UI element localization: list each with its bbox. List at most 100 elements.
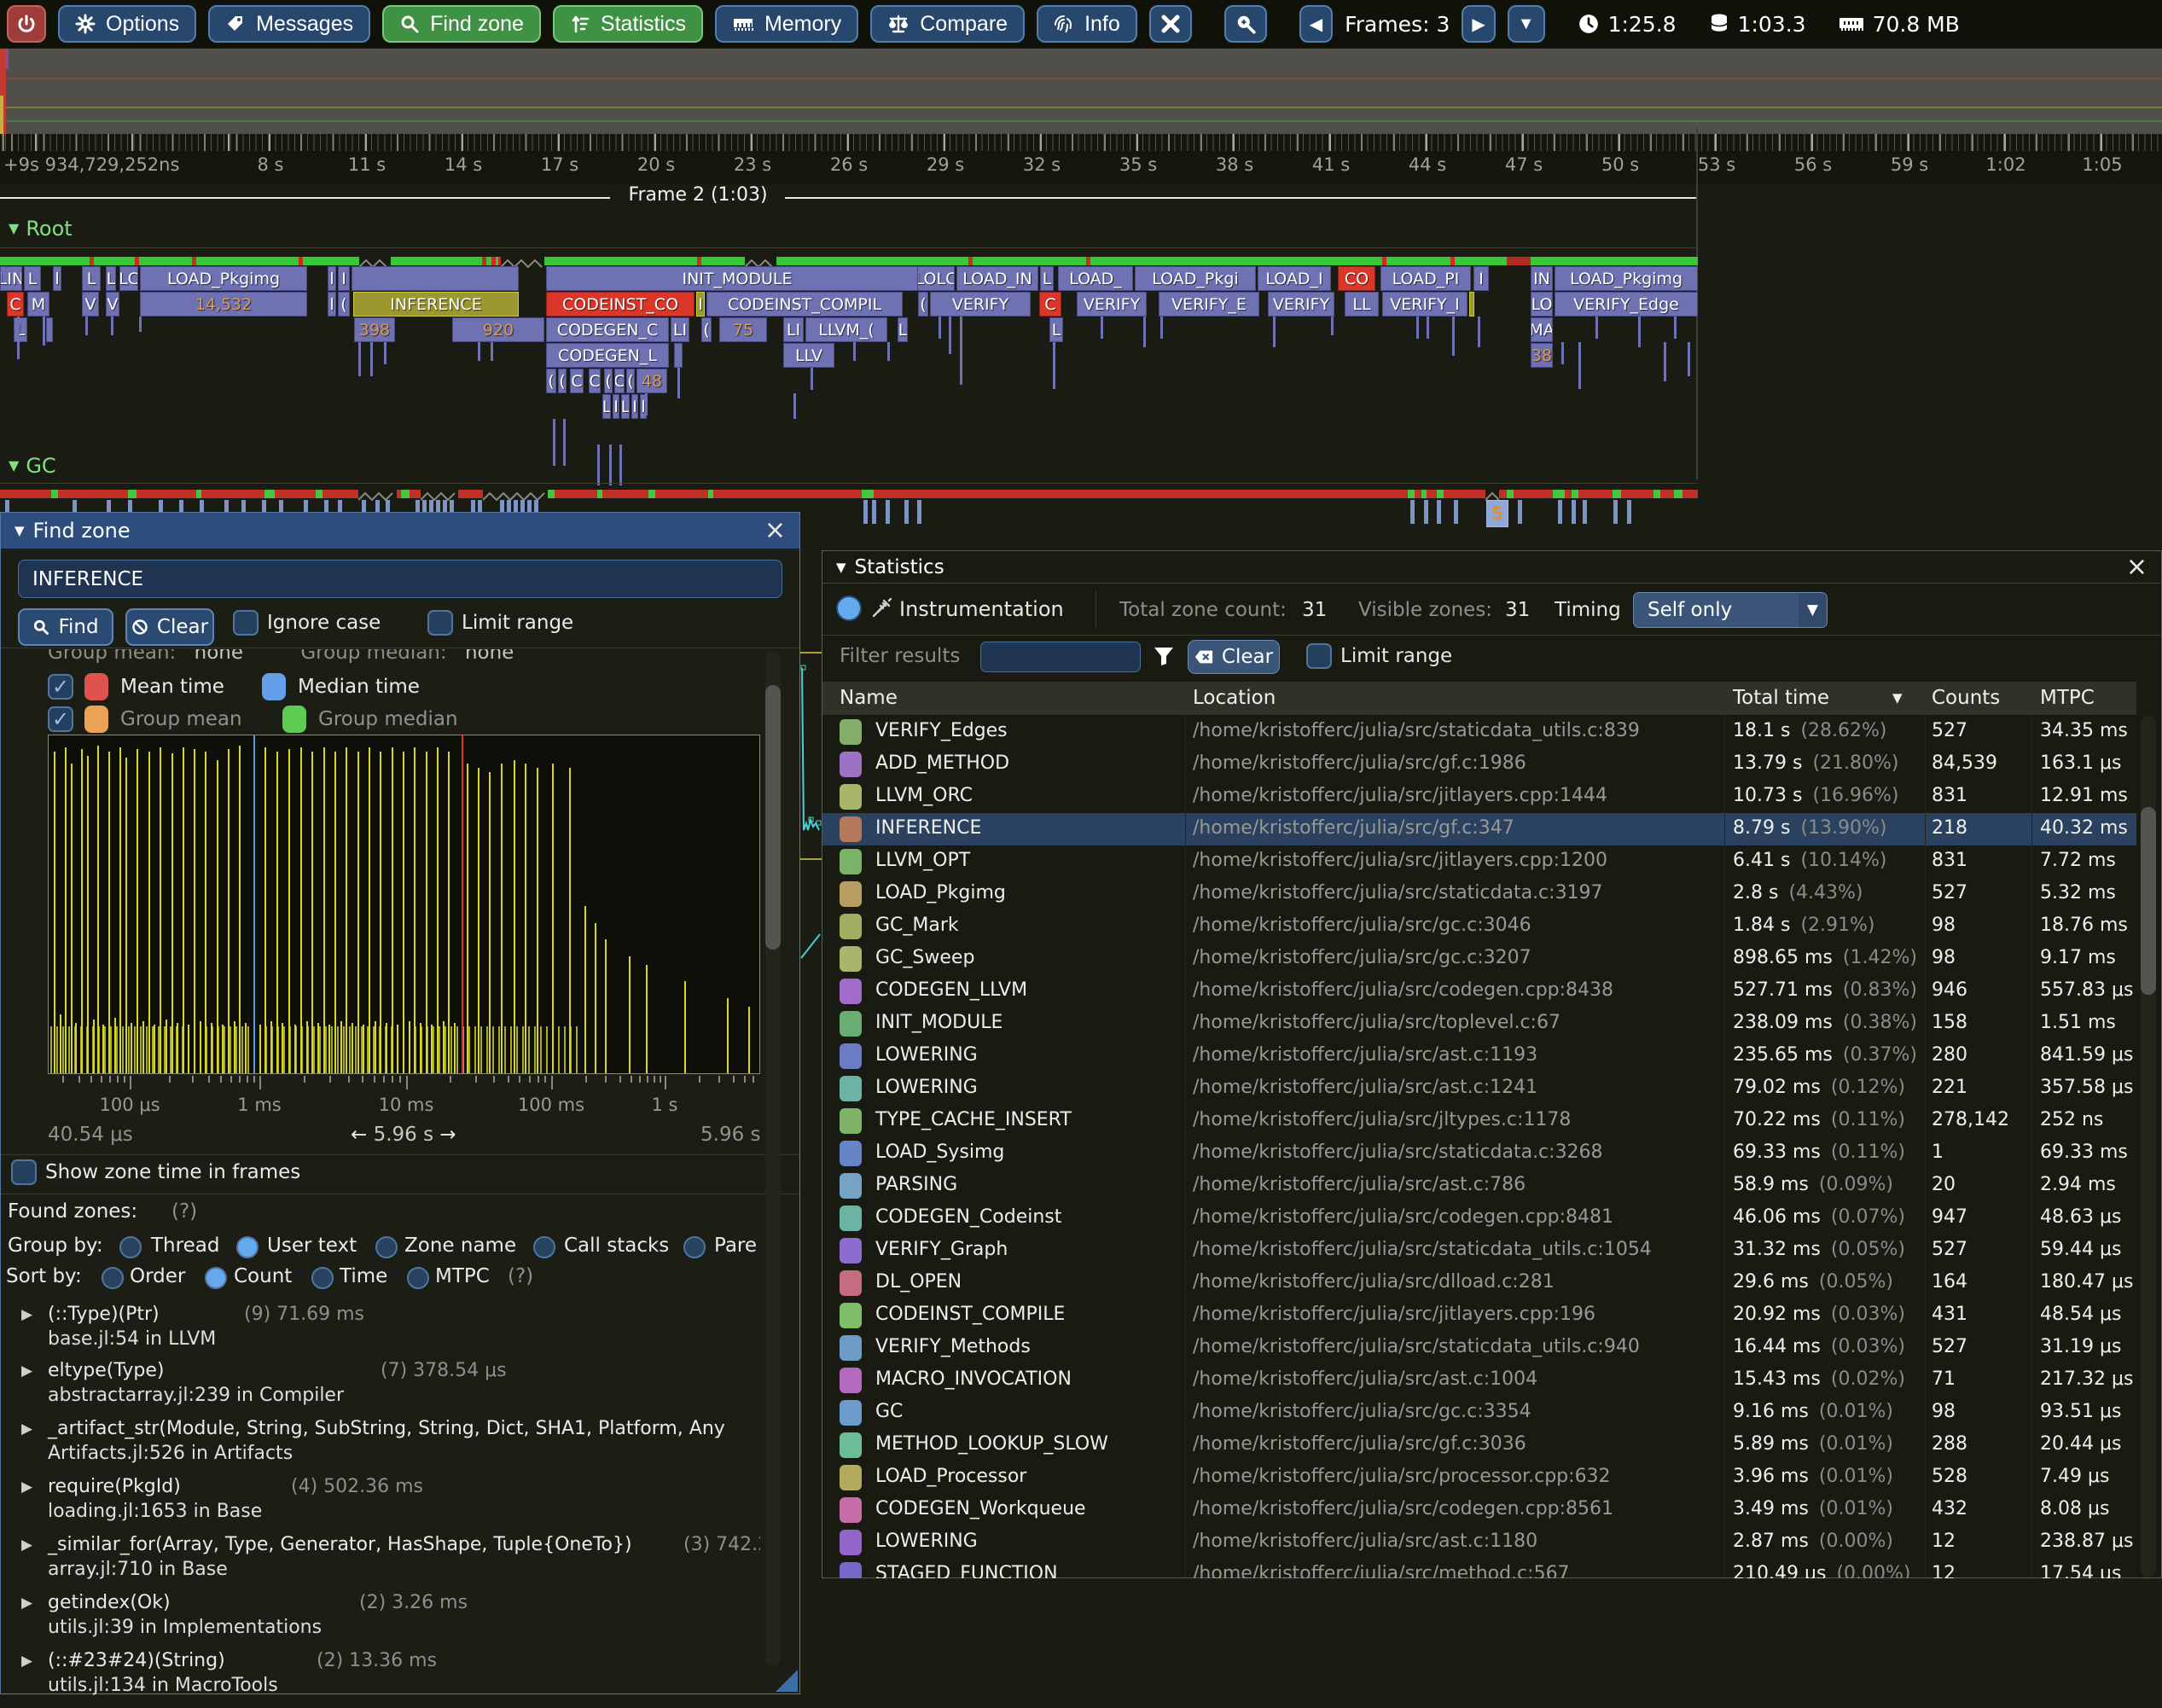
timeline-zone[interactable]: L: [106, 266, 116, 291]
timeline-zone[interactable]: M: [27, 292, 49, 317]
scrollbar-thumb[interactable]: [765, 685, 781, 950]
stats-limit-range-checkbox[interactable]: [1306, 643, 1332, 669]
found-zone-entry[interactable]: ▶_similar_for(Array, Type, Generator, Ha…: [1, 1534, 760, 1558]
found-zone-entry[interactable]: ▶(::#23#24)(String)(2) 13.36 ms: [1, 1650, 760, 1674]
column-header-counts[interactable]: Counts: [1932, 687, 2000, 709]
expand-icon[interactable]: ▶: [21, 1479, 32, 1496]
gc-event-tick[interactable]: [1583, 500, 1587, 524]
gc-event-tick[interactable]: [917, 500, 921, 524]
next-frame-button[interactable]: ▶: [1462, 5, 1495, 43]
table-row[interactable]: ADD_METHOD/home/kristofferc/julia/src/gf…: [822, 748, 2136, 781]
timeline-zone[interactable]: [46, 317, 53, 342]
scrollbar-thumb[interactable]: [2141, 807, 2156, 995]
expand-icon[interactable]: ▶: [21, 1306, 32, 1323]
time-ruler[interactable]: +9s 934,729,252ns 8 s11 s14 s17 s20 s23 …: [0, 134, 2162, 183]
timing-dropdown[interactable]: Self only▼: [1633, 592, 1828, 628]
gc-event-tick[interactable]: [904, 500, 909, 524]
table-row[interactable]: LOAD_Processor/home/kristofferc/julia/sr…: [822, 1461, 2136, 1494]
table-row[interactable]: INIT_MODULE/home/kristofferc/julia/src/t…: [822, 1008, 2136, 1040]
timeline-zone[interactable]: (: [626, 369, 635, 393]
thread-root-header[interactable]: ▼Root: [9, 217, 73, 241]
timeline-zone[interactable]: L: [602, 394, 611, 419]
timeline-zone[interactable]: (: [558, 369, 567, 393]
info-button[interactable]: Info: [1037, 5, 1137, 43]
expand-icon[interactable]: ▶: [21, 1420, 32, 1438]
timeline-zone[interactable]: I: [613, 394, 619, 419]
frame-overview-band[interactable]: [0, 49, 2162, 134]
resize-grip[interactable]: [776, 1670, 798, 1692]
table-row[interactable]: GC_Mark/home/kristofferc/julia/src/gc.c:…: [822, 910, 2136, 943]
table-row[interactable]: LOWERING/home/kristofferc/julia/src/ast.…: [822, 1526, 2136, 1559]
timeline-zone[interactable]: C: [614, 369, 625, 393]
expand-icon[interactable]: ▶: [21, 1595, 32, 1612]
table-row[interactable]: CODEGEN_Codeinst/home/kristofferc/julia/…: [822, 1202, 2136, 1235]
collapse-icon[interactable]: ▼: [9, 457, 19, 473]
timeline-zone[interactable]: L: [621, 394, 630, 419]
table-row[interactable]: GC_Sweep/home/kristofferc/julia/src/gc.c…: [822, 943, 2136, 975]
table-row[interactable]: CODEINST_COMPILE/home/kristofferc/julia/…: [822, 1299, 2136, 1332]
timeline-zone[interactable]: l: [328, 292, 336, 317]
stats-scrollbar[interactable]: [2141, 716, 2156, 1577]
timeline-zone[interactable]: VERIFY: [1077, 292, 1147, 317]
prev-frame-button[interactable]: ◀: [1299, 5, 1333, 43]
gc-collection-marker[interactable]: 5: [1486, 500, 1508, 527]
table-row[interactable]: MACRO_INVOCATION/home/kristofferc/julia/…: [822, 1364, 2136, 1397]
frame-marker-label[interactable]: Frame 2 (1:03): [628, 184, 767, 206]
timeline-zone[interactable]: (: [701, 317, 712, 342]
timeline-zone[interactable]: VERIFY: [1268, 292, 1334, 317]
timeline-zone[interactable]: 48: [636, 369, 667, 393]
table-row[interactable]: LLVM_ORC/home/kristofferc/julia/src/jitl…: [822, 781, 2136, 813]
found-zone-entry[interactable]: ▶require(PkgId)(4) 502.36 ms: [1, 1476, 760, 1500]
timeline-zone[interactable]: CODEGEN_C: [546, 317, 669, 342]
timeline-zone[interactable]: [674, 343, 683, 368]
timeline-zone[interactable]: VERIFY_E: [1159, 292, 1259, 317]
found-zone-entry[interactable]: ▶_artifact_str(Module, String, SubString…: [1, 1418, 760, 1442]
timeline-zone[interactable]: [1469, 292, 1474, 317]
timeline-zone[interactable]: l: [328, 266, 336, 291]
table-row[interactable]: LLVM_OPT/home/kristofferc/julia/src/jitl…: [822, 845, 2136, 878]
timeline-zone[interactable]: [352, 266, 519, 291]
gc-event-tick[interactable]: [1558, 500, 1562, 524]
timeline-zone[interactable]: I: [338, 266, 350, 291]
close-icon[interactable]: ×: [2126, 555, 2147, 580]
expand-icon[interactable]: ▶: [21, 1362, 32, 1380]
gc-event-tick[interactable]: [1424, 500, 1428, 524]
column-header-total-time[interactable]: Total time: [1733, 687, 1829, 709]
table-row[interactable]: STAGED_FUNCTION/home/kristofferc/julia/s…: [822, 1559, 2136, 1578]
gc-event-tick[interactable]: [1613, 500, 1618, 524]
statistics-button[interactable]: Statistics: [553, 5, 703, 43]
timeline-zone[interactable]: LOAD_: [1058, 266, 1133, 291]
timeline-zone[interactable]: L: [24, 266, 41, 291]
zoom-button[interactable]: [1224, 5, 1267, 43]
filter-clear-button[interactable]: Clear: [1188, 640, 1280, 674]
table-row[interactable]: TYPE_CACHE_INSERT/home/kristofferc/julia…: [822, 1105, 2136, 1137]
gc-event-tick[interactable]: [1437, 500, 1441, 524]
timeline-zone[interactable]: L: [1049, 317, 1063, 342]
table-row[interactable]: GC/home/kristofferc/julia/src/gc.c:33549…: [822, 1397, 2136, 1429]
timeline-zone[interactable]: CODEINST_CO: [546, 292, 695, 317]
gc-event-tick[interactable]: [1572, 500, 1576, 524]
messages-button[interactable]: Messages: [208, 5, 370, 43]
timeline-zone[interactable]: INIT_MODULE: [546, 266, 928, 291]
timeline-zone[interactable]: l: [53, 266, 61, 291]
table-row[interactable]: LOWERING/home/kristofferc/julia/src/ast.…: [822, 1040, 2136, 1072]
options-button[interactable]: Options: [58, 5, 196, 43]
instrumentation-radio[interactable]: [836, 595, 862, 621]
collapse-icon[interactable]: ▼: [836, 560, 846, 575]
timeline-zone[interactable]: C: [1039, 292, 1061, 317]
timeline-zone[interactable]: L: [82, 266, 101, 291]
found-zone-entry[interactable]: ▶getindex(Ok)(2) 3.26 ms: [1, 1592, 760, 1616]
timeline-zone[interactable]: CODEINST_COMPIL: [706, 292, 903, 317]
timeline-zone[interactable]: LC: [119, 266, 138, 291]
timeline-zone[interactable]: LL: [1345, 292, 1379, 317]
found-zone-entry[interactable]: ▶eltype(Type)(7) 378.54 μs: [1, 1360, 760, 1384]
timeline-zone[interactable]: LIN: [0, 266, 22, 291]
table-row[interactable]: PARSING/home/kristofferc/julia/src/ast.c…: [822, 1170, 2136, 1202]
timeline-zone[interactable]: V: [106, 292, 119, 317]
gc-event-tick[interactable]: [863, 500, 868, 524]
timeline-zone[interactable]: (: [546, 369, 556, 393]
expand-icon[interactable]: ▶: [21, 1653, 32, 1670]
timeline-zone[interactable]: I: [1473, 266, 1489, 291]
timeline-zone[interactable]: (: [338, 292, 350, 317]
table-row[interactable]: METHOD_LOOKUP_SLOW/home/kristofferc/juli…: [822, 1429, 2136, 1461]
